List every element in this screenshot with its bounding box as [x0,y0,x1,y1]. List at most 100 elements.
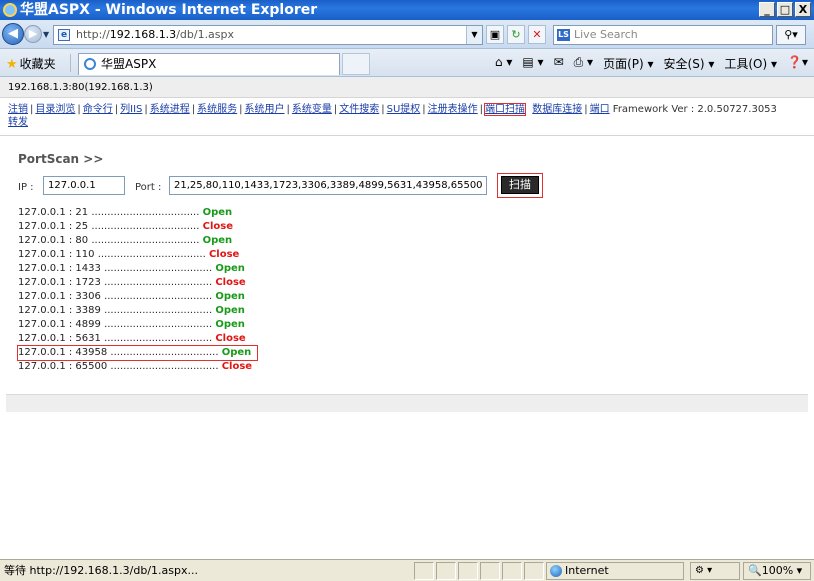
forward-button[interactable]: ▶ [24,25,42,43]
maximize-button[interactable]: □ [777,2,793,17]
search-button[interactable]: ⚲▾ [776,25,806,45]
history-dropdown-icon[interactable]: ▼ [43,30,49,39]
print-icon[interactable]: ⎙ ▾ [574,55,593,72]
menu-dir-browse[interactable]: 目录浏览 [35,104,75,115]
url-prefix: http:// [76,28,110,41]
address-dropdown-icon[interactable]: ▼ [466,26,482,44]
tab-separator [70,54,71,72]
zoom-button[interactable]: 🔍100% ▾ [743,562,811,580]
refresh-icon[interactable]: ↻ [507,25,525,44]
result-target: 127.0.0.1 : 80 .........................… [18,235,200,246]
port-input[interactable] [169,176,487,195]
menu-services[interactable]: 系统服务 [197,104,237,115]
tools-menu[interactable]: 工具(O) ▾ [724,55,777,72]
page-footer-band [6,394,808,412]
security-zone[interactable]: Internet [546,562,684,580]
result-status: Open [215,263,245,274]
result-target: 127.0.0.1 : 43958 ......................… [18,347,219,358]
tab-active[interactable]: 华盟ASPX [78,53,340,75]
ip-input[interactable] [43,176,125,195]
zoom-icon: 🔍 [748,564,762,577]
menu-db-connect[interactable]: 数据库连接 [532,104,582,115]
menu-users[interactable]: 系统用户 [245,104,285,115]
menu-logout[interactable]: 注销 [8,104,28,115]
tab-bar: ★ 收藏夹 华盟ASPX ⌂ ▾ ▤ ▾ ✉ ⎙ ▾ 页面(P) ▾ 安全(S) … [0,49,814,77]
protected-mode-dropdown: ▾ [707,565,713,576]
address-input[interactable]: e http://192.168.1.3/db/1.aspx [53,25,483,45]
result-status: Open [202,207,233,218]
menu-file-search[interactable]: 文件搜索 [339,104,379,115]
scan-button[interactable]: 扫描 [501,176,539,194]
tab-loading-icon [84,58,96,70]
mail-icon[interactable]: ✉ [554,55,564,72]
status-cell [524,562,544,580]
result-target: 127.0.0.1 : 5631 .......................… [18,333,213,344]
result-row: 127.0.0.1 : 5631 .......................… [18,332,796,346]
port-label: Port : [135,182,162,193]
globe-icon [550,565,562,577]
home-icon[interactable]: ⌂ ▾ [495,55,512,72]
result-status: Open [215,291,245,302]
menu-port[interactable]: 端口 [590,104,610,115]
window-title: 华盟ASPX - Windows Internet Explorer [20,2,318,18]
window-titlebar: 华盟ASPX - Windows Internet Explorer _ □ X [0,0,814,20]
result-target: 127.0.0.1 : 4899 .......................… [18,319,213,330]
menu-forward[interactable]: 转发 [8,117,28,128]
live-search-icon: LS [557,29,570,41]
search-placeholder: Live Search [574,28,638,41]
search-input[interactable]: LS Live Search [553,25,773,45]
result-target: 127.0.0.1 : 25 .........................… [18,221,200,232]
menu-processes[interactable]: 系统进程 [150,104,190,115]
result-status: Open [202,235,233,246]
result-status: Close [202,221,233,232]
menu-su-escalate[interactable]: SU提权 [387,104,421,115]
favorites-label: 收藏夹 [19,57,56,71]
function-menu: 注销 | 目录浏览 | 命令行 | 列IIS | 系统进程 | 系统服务 | 系统用户 | 系统变量 | 文件搜… [0,98,814,136]
safety-menu[interactable]: 安全(S) ▾ [664,55,715,72]
result-target: 127.0.0.1 : 21 .........................… [18,207,200,218]
result-row: 127.0.0.1 : 1723 .......................… [18,276,796,290]
menu-env-vars[interactable]: 系统变量 [292,104,332,115]
portscan-panel: PortScan >> IP : Port : 扫描 127.0.0.1 : 2… [0,136,814,382]
result-status: Close [215,333,246,344]
new-tab-button[interactable] [342,53,370,75]
result-row: 127.0.0.1 : 3306 .......................… [18,290,796,304]
scan-form: IP : Port : 扫描 [18,173,796,204]
compatibility-icon[interactable]: ▣ [486,25,504,44]
result-row: 127.0.0.1 : 65500 ......................… [18,360,796,374]
back-button[interactable]: ◀ [2,23,24,45]
status-cell [480,562,500,580]
result-target: 127.0.0.1 : 65500 ......................… [18,361,219,372]
status-cell [502,562,522,580]
portscan-title: PortScan >> [18,152,104,166]
menu-registry[interactable]: 注册表操作 [428,104,478,115]
favorites-button[interactable]: ★ 收藏夹 [6,55,56,72]
result-target: 127.0.0.1 : 1723 .......................… [18,277,213,288]
result-row: 127.0.0.1 : 110 ........................… [18,248,796,262]
ip-label: IP : [18,182,34,193]
zoom-level: 100% [761,564,794,577]
protected-mode-icon: ⚙ [695,565,704,576]
framework-version: Framework Ver : 2.0.50727.3053 [612,104,777,115]
menu-port-scan[interactable]: 端口扫描 [484,103,527,116]
zone-label: Internet [565,564,609,577]
close-button[interactable]: X [795,2,811,17]
help-icon[interactable]: ❓▾ [787,55,808,72]
menu-cmd[interactable]: 命令行 [83,104,113,115]
result-row: 127.0.0.1 : 25 .........................… [18,220,796,234]
feeds-icon[interactable]: ▤ ▾ [522,55,543,72]
protected-mode-button[interactable]: ⚙ ▾ [690,562,740,580]
result-target: 127.0.0.1 : 3389 .......................… [18,305,213,316]
menu-list-iis[interactable]: 列IIS [120,104,142,115]
minimize-button[interactable]: _ [759,2,775,17]
stop-icon[interactable]: ✕ [528,25,546,44]
window-controls: _ □ X [759,2,811,17]
result-row: 127.0.0.1 : 3389 .......................… [18,304,796,318]
result-target: 127.0.0.1 : 1433 .......................… [18,263,213,274]
result-row: 127.0.0.1 : 21 .........................… [18,206,796,220]
status-bar: 等待 http://192.168.1.3/db/1.aspx... Inter… [0,559,814,581]
result-status: Open [215,305,245,316]
page-content: 192.168.1.3:80(192.168.1.3) 注销 | 目录浏览 | 命令行 |… [0,77,814,559]
page-menu[interactable]: 页面(P) ▾ [603,55,653,72]
scan-results: 127.0.0.1 : 21 .........................… [16,206,796,374]
